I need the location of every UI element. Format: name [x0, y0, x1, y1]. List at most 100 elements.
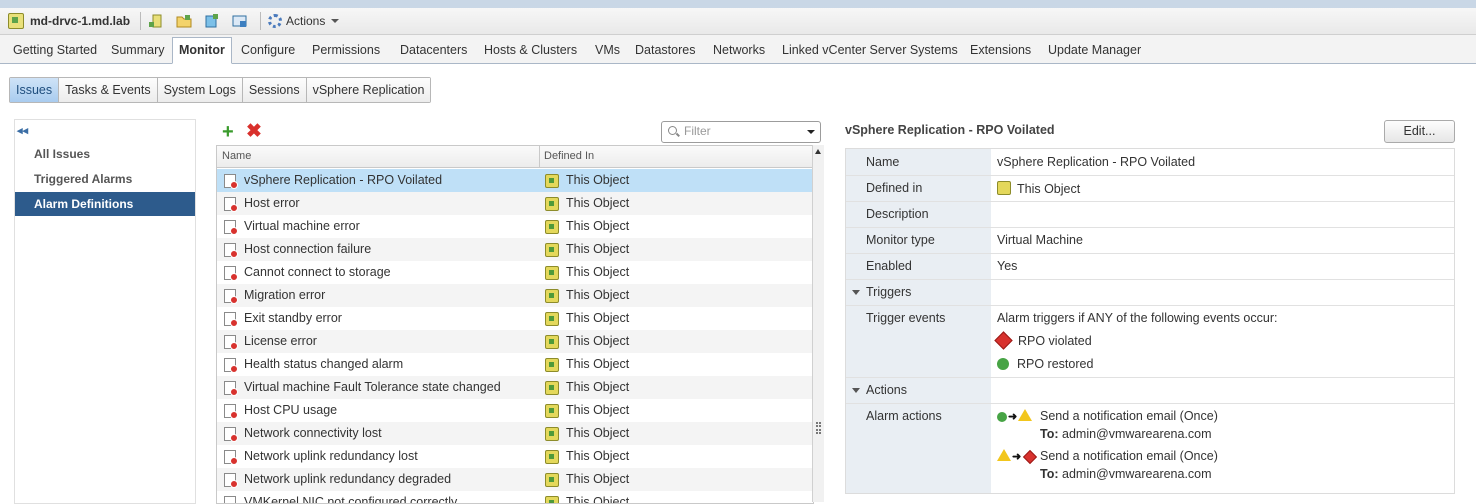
table-row[interactable]: Virtual machine error This Object [217, 215, 813, 238]
column-header-name[interactable]: Name [222, 150, 251, 162]
table-row[interactable]: Host error This Object [217, 192, 813, 215]
alarm-definition-icon [224, 312, 238, 327]
alarm-name: License error [244, 334, 317, 348]
scroll-up-icon[interactable] [815, 149, 821, 154]
add-host-icon[interactable] [148, 13, 164, 29]
chevron-down-icon[interactable] [807, 130, 815, 134]
alarm-definition-icon [224, 197, 238, 212]
datacenter-icon [8, 13, 24, 29]
object-title: md-drvc-1.md.lab [8, 11, 130, 31]
alarm-definition-icon [224, 450, 238, 465]
this-object-icon [545, 427, 559, 441]
defined-in: This Object [566, 403, 630, 417]
edit-button[interactable]: Edit... [1384, 120, 1455, 143]
alarm-definition-icon [224, 174, 238, 189]
defined-in: This Object [566, 242, 630, 256]
property-label: Defined in [866, 181, 923, 195]
subtab-issues[interactable]: Issues [10, 78, 60, 102]
column-divider[interactable] [539, 146, 540, 167]
table-row[interactable]: Network uplink redundancy degraded This O… [217, 468, 813, 491]
collapse-panel-icon[interactable]: ◂◂ [17, 124, 28, 137]
table-row[interactable]: Migration error This Object [217, 284, 813, 307]
alarm-name: Network uplink redundancy lost [244, 449, 418, 463]
defined-in-value: This Object [1017, 182, 1081, 196]
filter-input[interactable]: Filter [661, 121, 821, 143]
deploy-ovf-icon[interactable] [204, 13, 220, 29]
subtab-vsphere-replication[interactable]: vSphere Replication [306, 78, 431, 102]
alarm-definition-icon [224, 473, 238, 488]
nav-all-issues[interactable]: All Issues [15, 142, 195, 166]
defined-in: This Object [566, 311, 630, 325]
nav-alarm-definitions[interactable]: Alarm Definitions [15, 192, 195, 216]
table-row[interactable]: Cannot connect to storage This Object [217, 261, 813, 284]
subtab-system-logs[interactable]: System Logs [157, 78, 243, 102]
this-object-icon [545, 381, 559, 395]
tab-extensions[interactable]: Extensions [964, 39, 1037, 62]
tab-summary[interactable]: Summary [105, 39, 170, 62]
this-object-icon [545, 266, 559, 280]
alarm-name: vSphere Replication - RPO Voilated [244, 173, 443, 187]
object-title-text: md-drvc-1.md.lab [30, 14, 131, 28]
table-row[interactable]: Health status changed alarm This Object [217, 353, 813, 376]
tab-configure[interactable]: Configure [235, 39, 301, 62]
this-object-icon [545, 404, 559, 418]
new-vm-icon[interactable] [232, 13, 248, 29]
nav-triggered-alarms[interactable]: Triggered Alarms [15, 167, 195, 191]
subtab-sessions[interactable]: Sessions [242, 78, 307, 102]
table-row[interactable]: Host connection failure This Object [217, 238, 813, 261]
table-row[interactable]: Network uplink redundancy lost This Objec… [217, 445, 813, 468]
table-row[interactable]: License error This Object [217, 330, 813, 353]
panel-splitter[interactable] [832, 120, 836, 502]
defined-in: This Object [566, 380, 630, 394]
section-triggers[interactable]: Triggers [846, 279, 1454, 306]
table-row[interactable]: vSphere Replication - RPO Voilated This O… [217, 169, 813, 192]
defined-in: This Object [566, 357, 630, 371]
tab-datastores[interactable]: Datastores [629, 39, 701, 62]
actions-menu-button[interactable]: Actions [268, 11, 340, 31]
this-object-icon [545, 358, 559, 372]
table-row[interactable]: VMKernel NIC not configured correctly Thi… [217, 491, 813, 504]
tab-vms[interactable]: VMs [589, 39, 626, 62]
resize-grip-icon[interactable] [816, 422, 821, 434]
alarm-definition-icon [224, 289, 238, 304]
table-row[interactable]: Host CPU usage This Object [217, 399, 813, 422]
delete-alarm-icon[interactable]: ✖ [246, 122, 262, 141]
alarm-definition-icon [224, 381, 238, 396]
alarm-name: Health status changed alarm [244, 357, 404, 371]
table-row[interactable]: Network connectivity lost This Object [217, 422, 813, 445]
section-label: Triggers [866, 285, 912, 299]
section-actions[interactable]: Actions [846, 377, 1454, 404]
action-item: Send a notification email (Once) [1040, 449, 1218, 463]
grid-scrollbar[interactable] [812, 145, 824, 502]
tab-networks[interactable]: Networks [707, 39, 771, 62]
recipient-email: admin@vmwarearena.com [1062, 427, 1212, 441]
collapse-triangle-icon[interactable] [852, 290, 860, 295]
property-label: Monitor type [866, 233, 935, 247]
new-folder-icon[interactable] [176, 13, 192, 29]
table-row[interactable]: Virtual machine Fault Tolerance state ch… [217, 376, 813, 399]
collapse-triangle-icon[interactable] [852, 388, 860, 393]
tab-getting-started[interactable]: Getting Started [7, 39, 103, 62]
defined-in: This Object [566, 334, 630, 348]
action-transition: ➜ [997, 409, 1033, 423]
subtab-tasks-events[interactable]: Tasks & Events [59, 78, 158, 102]
tab-linked-vcenter[interactable]: Linked vCenter Server Systems [776, 39, 964, 62]
table-row[interactable]: Exit standby error This Object [217, 307, 813, 330]
tab-permissions[interactable]: Permissions [306, 39, 386, 62]
column-header-defined-in[interactable]: Defined In [544, 150, 594, 162]
tab-hosts-clusters[interactable]: Hosts & Clusters [478, 39, 583, 62]
recipient-email: admin@vmwarearena.com [1062, 467, 1212, 481]
alarm-name: VMKernel NIC not configured correctly [244, 495, 458, 504]
tab-datacenters[interactable]: Datacenters [394, 39, 473, 62]
defined-in: This Object [566, 426, 630, 440]
tab-monitor[interactable]: Monitor [172, 37, 232, 64]
alarm-definition-icon [224, 335, 238, 350]
warning-icon [997, 449, 1011, 461]
section-label: Actions [866, 383, 907, 397]
tab-update-manager[interactable]: Update Manager [1042, 39, 1147, 62]
alarm-name: Virtual machine error [244, 219, 360, 233]
add-alarm-icon[interactable]: + [222, 122, 234, 142]
this-object-icon [545, 197, 559, 211]
this-object-icon [545, 243, 559, 257]
this-object-icon [545, 496, 559, 503]
